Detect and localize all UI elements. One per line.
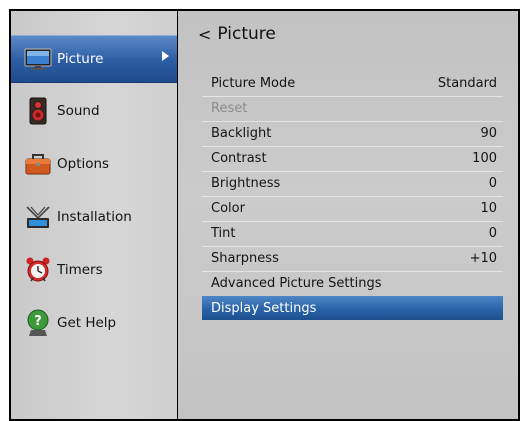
setting-label: Color (211, 201, 245, 216)
setting-label: Reset (211, 101, 248, 116)
toolbox-icon (23, 149, 53, 179)
setting-value: Standard (437, 76, 497, 91)
sidebar-item-installation[interactable]: Installation (11, 194, 177, 240)
chevron-right-icon (162, 51, 169, 61)
setting-tint[interactable]: Tint 0 (202, 221, 503, 247)
setting-label: Contrast (211, 151, 267, 166)
setting-value: +10 (469, 251, 497, 266)
setting-value: 0 (488, 176, 497, 191)
setting-backlight[interactable]: Backlight 90 (202, 121, 503, 147)
picture-settings-panel: < Picture Picture Mode Standard Reset Ba… (178, 11, 518, 419)
setting-value: 90 (480, 126, 497, 141)
sidebar-item-picture[interactable]: Picture (11, 35, 177, 83)
setting-value: 10 (480, 201, 497, 216)
page-title-text: Picture (217, 24, 276, 44)
tv-screen: Picture Sound Options Installation Timer… (9, 9, 520, 421)
sidebar-item-label: Timers (57, 262, 103, 278)
sidebar-item-get-help[interactable]: ? Get Help (11, 300, 177, 346)
antenna-icon (23, 202, 53, 232)
svg-text:?: ? (34, 314, 42, 329)
sidebar-item-sound[interactable]: Sound (11, 88, 177, 134)
setting-label: Sharpness (211, 251, 279, 266)
setting-advanced-picture-settings[interactable]: Advanced Picture Settings (202, 271, 503, 296)
back-arrow-icon[interactable]: < (198, 25, 211, 44)
alarm-clock-icon (23, 255, 53, 285)
setting-value: 100 (472, 151, 497, 166)
sidebar-item-timers[interactable]: Timers (11, 247, 177, 293)
sidebar-item-label: Picture (57, 51, 104, 67)
setting-contrast[interactable]: Contrast 100 (202, 146, 503, 172)
setting-value: 0 (488, 226, 497, 241)
sidebar-item-label: Installation (57, 209, 132, 225)
setting-sharpness[interactable]: Sharpness +10 (202, 246, 503, 272)
setting-brightness[interactable]: Brightness 0 (202, 171, 503, 197)
setting-reset: Reset (202, 96, 503, 122)
speaker-icon (23, 96, 53, 126)
setting-label: Picture Mode (211, 76, 296, 91)
setting-label: Backlight (211, 126, 272, 141)
setting-label: Display Settings (211, 300, 317, 316)
sidebar-item-label: Sound (57, 103, 100, 119)
setting-display-settings[interactable]: Display Settings (202, 296, 503, 320)
sidebar-item-label: Get Help (57, 315, 117, 331)
tv-icon (23, 44, 53, 74)
setting-label: Tint (211, 226, 236, 241)
page-title: < Picture (198, 24, 276, 44)
setting-label: Brightness (211, 176, 281, 191)
setting-color[interactable]: Color 10 (202, 196, 503, 222)
setting-picture-mode[interactable]: Picture Mode Standard (202, 71, 503, 97)
sidebar: Picture Sound Options Installation Timer… (11, 11, 177, 419)
sidebar-item-label: Options (57, 156, 110, 172)
sidebar-item-options[interactable]: Options (11, 141, 177, 187)
help-icon: ? (23, 308, 53, 338)
setting-label: Advanced Picture Settings (211, 276, 382, 291)
